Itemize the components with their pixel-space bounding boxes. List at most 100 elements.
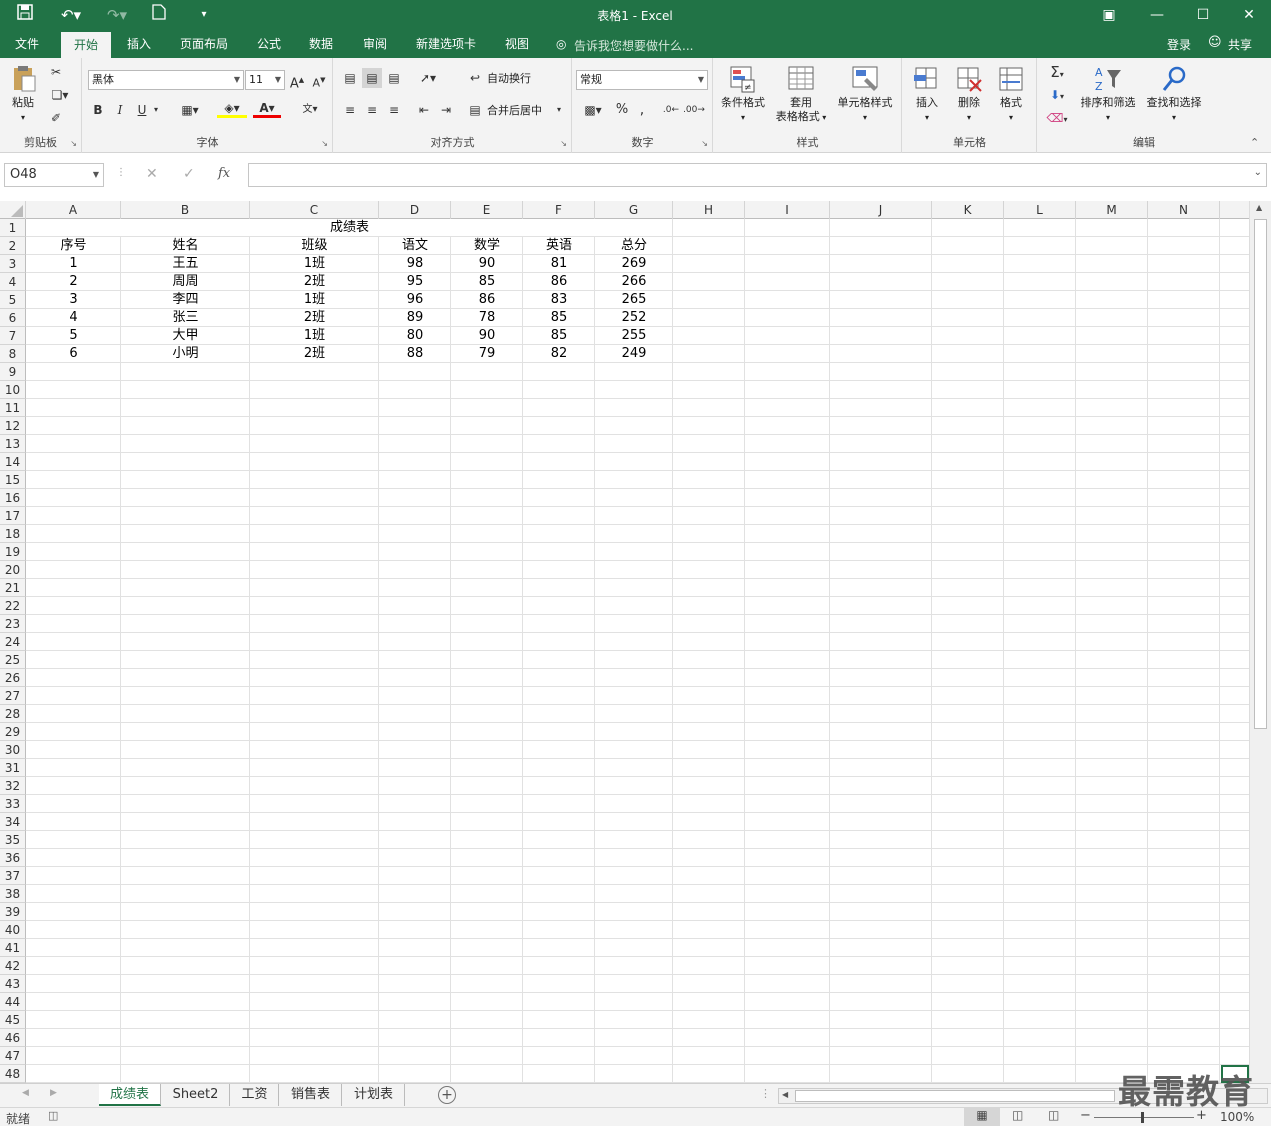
- column-header-d[interactable]: D: [379, 201, 451, 219]
- align-left-icon[interactable]: ≡: [340, 100, 360, 120]
- column-header-e[interactable]: E: [451, 201, 523, 219]
- data-cell[interactable]: 86: [451, 291, 523, 309]
- row-header[interactable]: 5: [0, 291, 26, 309]
- row-header[interactable]: 34: [0, 813, 26, 831]
- tab-custom[interactable]: 新建选项卡: [408, 30, 484, 58]
- data-cell[interactable]: 85: [451, 273, 523, 291]
- data-cell[interactable]: 4: [26, 309, 121, 327]
- splitter-icon[interactable]: ⋮: [760, 1087, 771, 1100]
- row-header[interactable]: 44: [0, 993, 26, 1011]
- sheet-title[interactable]: 成绩表: [26, 219, 673, 237]
- data-cell[interactable]: 95: [379, 273, 451, 291]
- scroll-left-icon[interactable]: ◀: [782, 1090, 788, 1099]
- new-file-icon[interactable]: [148, 4, 170, 26]
- data-cell[interactable]: 1班: [250, 291, 379, 309]
- number-format-combo[interactable]: 常规 ▼: [576, 70, 708, 90]
- next-sheet-icon[interactable]: ▶: [50, 1088, 57, 1098]
- data-cell[interactable]: 82: [523, 345, 595, 363]
- row-header[interactable]: 2: [0, 237, 26, 255]
- expand-formula-icon[interactable]: ⌄: [1254, 167, 1262, 178]
- zoom-slider-thumb[interactable]: [1141, 1112, 1144, 1123]
- sheet-tab-salary[interactable]: 工资: [231, 1084, 279, 1106]
- login-link[interactable]: 登录: [1167, 36, 1191, 53]
- row-header[interactable]: 13: [0, 435, 26, 453]
- data-cell[interactable]: 大甲: [121, 327, 250, 345]
- data-cell[interactable]: 1: [26, 255, 121, 273]
- redo-icon[interactable]: ↷▾: [102, 4, 132, 26]
- column-header-n[interactable]: N: [1148, 201, 1220, 219]
- row-header[interactable]: 46: [0, 1029, 26, 1047]
- row-header[interactable]: 7: [0, 327, 26, 345]
- row-header[interactable]: 28: [0, 705, 26, 723]
- select-all-corner[interactable]: [0, 201, 26, 219]
- percent-button[interactable]: %: [613, 100, 631, 120]
- row-header[interactable]: 37: [0, 867, 26, 885]
- zoom-slider[interactable]: [1094, 1112, 1194, 1123]
- sheet-tab-plan[interactable]: 计划表: [343, 1084, 405, 1106]
- row-header[interactable]: 41: [0, 939, 26, 957]
- data-cell[interactable]: 79: [451, 345, 523, 363]
- data-cell[interactable]: 255: [595, 327, 673, 345]
- tab-page-layout[interactable]: 页面布局: [172, 30, 236, 58]
- row-header[interactable]: 32: [0, 777, 26, 795]
- row-header[interactable]: 27: [0, 687, 26, 705]
- row-header[interactable]: 10: [0, 381, 26, 399]
- data-cell[interactable]: 249: [595, 345, 673, 363]
- data-cell[interactable]: 83: [523, 291, 595, 309]
- header-cell[interactable]: 英语: [523, 237, 595, 255]
- row-header[interactable]: 14: [0, 453, 26, 471]
- data-cell[interactable]: 1班: [250, 255, 379, 273]
- enter-icon[interactable]: ✓: [183, 166, 195, 182]
- data-cell[interactable]: 90: [451, 255, 523, 273]
- column-header-a[interactable]: A: [26, 201, 121, 219]
- vertical-scrollbar[interactable]: ▲: [1249, 201, 1271, 1083]
- close-button[interactable]: ✕: [1226, 0, 1271, 30]
- header-cell[interactable]: 序号: [26, 237, 121, 255]
- name-box[interactable]: O48 ▼: [4, 163, 104, 187]
- ribbon-display-icon[interactable]: ▣: [1086, 0, 1132, 30]
- data-cell[interactable]: 78: [451, 309, 523, 327]
- maximize-button[interactable]: ☐: [1180, 0, 1226, 30]
- data-cell[interactable]: 85: [523, 309, 595, 327]
- data-cell[interactable]: 90: [451, 327, 523, 345]
- sort-filter-button[interactable]: AZ 排序和筛选 ▾: [1076, 64, 1140, 125]
- header-cell[interactable]: 班级: [250, 237, 379, 255]
- sheet-tab-sales[interactable]: 销售表: [280, 1084, 342, 1106]
- row-header[interactable]: 8: [0, 345, 26, 363]
- autosum-icon[interactable]: Σ▾: [1042, 62, 1072, 85]
- normal-view-icon[interactable]: ▦: [964, 1108, 1000, 1126]
- column-header-g[interactable]: G: [595, 201, 673, 219]
- data-cell[interactable]: 张三: [121, 309, 250, 327]
- add-sheet-icon[interactable]: +: [438, 1086, 456, 1104]
- data-cell[interactable]: 266: [595, 273, 673, 291]
- data-cell[interactable]: 96: [379, 291, 451, 309]
- data-cell[interactable]: 王五: [121, 255, 250, 273]
- data-cell[interactable]: 80: [379, 327, 451, 345]
- customize-qat-icon[interactable]: ▾: [196, 4, 212, 26]
- column-header-i[interactable]: I: [745, 201, 830, 219]
- prev-sheet-icon[interactable]: ◀: [22, 1088, 29, 1098]
- sheet-tab-sheet2[interactable]: Sheet2: [162, 1084, 230, 1106]
- tab-file[interactable]: 文件: [6, 30, 48, 58]
- row-header[interactable]: 11: [0, 399, 26, 417]
- column-header-j[interactable]: J: [830, 201, 932, 219]
- row-header[interactable]: 16: [0, 489, 26, 507]
- row-header[interactable]: 36: [0, 849, 26, 867]
- tab-insert[interactable]: 插入: [118, 30, 160, 58]
- data-cell[interactable]: 3: [26, 291, 121, 309]
- row-header[interactable]: 18: [0, 525, 26, 543]
- shrink-font-icon[interactable]: A▼: [311, 70, 327, 94]
- align-center-icon[interactable]: ≡: [362, 100, 382, 120]
- row-header[interactable]: 30: [0, 741, 26, 759]
- data-cell[interactable]: 1班: [250, 327, 379, 345]
- formula-input[interactable]: ⌄: [248, 163, 1267, 187]
- clear-icon[interactable]: ⌫▾: [1042, 108, 1072, 130]
- data-cell[interactable]: 81: [523, 255, 595, 273]
- tab-data[interactable]: 数据: [300, 30, 342, 58]
- comma-button[interactable]: ,: [635, 100, 649, 120]
- delete-cells-button[interactable]: 删除 ▾: [949, 64, 989, 125]
- worksheet-grid[interactable]: ABCDEFGHIJKLMN 1 2 3 4 5 6 7 8 9 10 11 12 13 14 15 16 17…: [0, 201, 1249, 1083]
- row-header[interactable]: 6: [0, 309, 26, 327]
- phonetic-icon[interactable]: 文▾: [295, 100, 325, 120]
- underline-button[interactable]: U: [133, 100, 151, 120]
